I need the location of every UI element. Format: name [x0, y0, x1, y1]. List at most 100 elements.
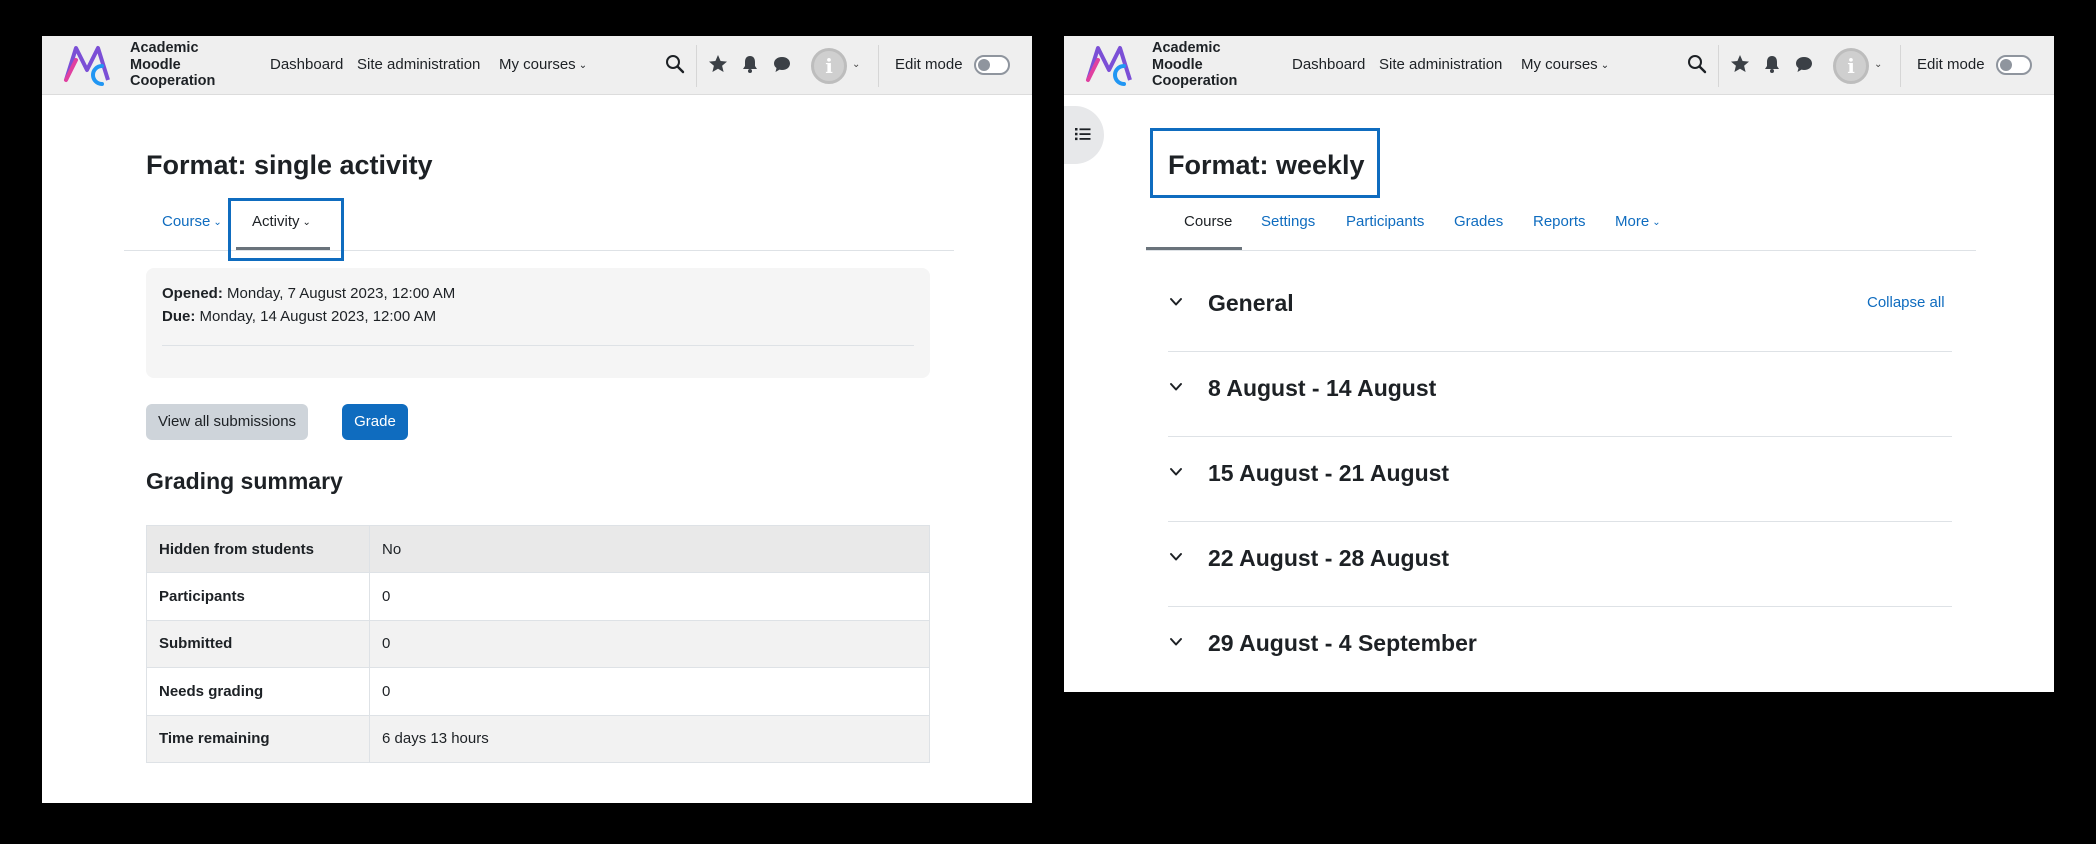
- tab-grades[interactable]: Grades: [1454, 213, 1503, 230]
- edit-mode-label: Edit mode: [895, 56, 963, 73]
- brand-line-3: Cooperation: [1152, 73, 1238, 89]
- search-icon[interactable]: [664, 53, 686, 75]
- chevron-down-icon: ⌄: [213, 217, 222, 228]
- chevron-down-icon: ⌄: [1652, 217, 1661, 228]
- opened-date: Opened: Monday, 7 August 2023, 12:00 AM: [162, 285, 455, 302]
- section-divider: [1168, 606, 1952, 607]
- nav-my-courses-menu[interactable]: My courses ⌄: [1521, 56, 1609, 73]
- info-glyph-icon: i: [825, 54, 833, 78]
- navbar-divider: [696, 45, 697, 87]
- toggle-knob: [2000, 59, 2012, 71]
- section-divider: [1168, 351, 1952, 352]
- left-browser-window: Academic Moodle Cooperation Dashboard Si…: [42, 36, 1032, 803]
- activity-dates: Opened: Monday, 7 August 2023, 12:00 AM …: [146, 268, 930, 378]
- highlight-box: [228, 198, 344, 261]
- row-value: 0: [369, 572, 930, 621]
- navbar: Academic Moodle Cooperation Dashboard Si…: [1064, 36, 2054, 95]
- section-divider: [1168, 521, 1952, 522]
- section-title-general[interactable]: General: [1208, 290, 1294, 317]
- view-all-submissions-button[interactable]: View all submissions: [146, 404, 308, 440]
- navbar: Academic Moodle Cooperation Dashboard Si…: [42, 36, 1032, 95]
- chevron-down-icon: ⌄: [578, 60, 588, 71]
- navbar-divider: [1900, 45, 1901, 87]
- table-row: Submitted 0: [146, 619, 930, 669]
- amc-logo-icon[interactable]: [1084, 40, 1134, 90]
- table-row: Participants 0: [146, 572, 930, 621]
- grading-summary-table: Hidden from students No Participants 0 Sub…: [146, 524, 930, 763]
- section-title-week-2[interactable]: 15 August - 21 August: [1208, 460, 1449, 487]
- bell-icon[interactable]: [739, 53, 761, 75]
- tab-settings[interactable]: Settings: [1261, 213, 1315, 230]
- star-icon[interactable]: [707, 53, 729, 75]
- collapse-all-link[interactable]: Collapse all: [1867, 294, 1945, 311]
- section-title-week-4[interactable]: 29 August - 4 September: [1208, 630, 1477, 657]
- nav-site-administration-link[interactable]: Site administration: [1379, 56, 1502, 73]
- tab-more-label: More: [1615, 213, 1650, 230]
- tab-participants[interactable]: Participants: [1346, 213, 1424, 230]
- row-value: 0: [369, 619, 930, 669]
- user-avatar-icon[interactable]: i: [1833, 48, 1869, 84]
- collapse-chevron-icon[interactable]: [1168, 464, 1184, 480]
- tab-course[interactable]: Course ⌄: [162, 213, 222, 230]
- chevron-down-icon[interactable]: ⌄: [852, 59, 860, 70]
- due-value: Monday, 14 August 2023, 12:00 AM: [199, 308, 437, 325]
- due-label: Due:: [162, 308, 196, 325]
- user-avatar-icon[interactable]: i: [811, 48, 847, 84]
- grade-button[interactable]: Grade: [342, 404, 408, 440]
- search-icon[interactable]: [1686, 53, 1708, 75]
- nav-site-administration-link[interactable]: Site administration: [357, 56, 480, 73]
- brand-line-3: Cooperation: [130, 73, 216, 89]
- course-index-drawer-button[interactable]: [1064, 106, 1104, 164]
- nav-dashboard-link[interactable]: Dashboard: [1292, 56, 1365, 73]
- chat-icon[interactable]: [771, 53, 793, 75]
- brand-line-1: Academic: [130, 40, 199, 56]
- row-value: 0: [369, 667, 930, 716]
- row-label: Submitted: [146, 619, 370, 669]
- navbar-divider: [1718, 45, 1719, 87]
- info-glyph-icon: i: [1847, 54, 1855, 78]
- chevron-down-icon: ⌄: [1600, 60, 1610, 71]
- edit-mode-label: Edit mode: [1917, 56, 1985, 73]
- star-icon[interactable]: [1729, 53, 1751, 75]
- due-date: Due: Monday, 14 August 2023, 12:00 AM: [162, 308, 436, 325]
- opened-label: Opened:: [162, 285, 223, 302]
- tab-reports[interactable]: Reports: [1533, 213, 1586, 230]
- edit-mode-toggle[interactable]: [1996, 55, 2032, 75]
- collapse-chevron-icon[interactable]: [1168, 294, 1184, 310]
- opened-value: Monday, 7 August 2023, 12:00 AM: [227, 285, 456, 302]
- tab-bar-divider: [1146, 250, 1976, 251]
- row-value: No: [369, 524, 930, 574]
- section-title-week-1[interactable]: 8 August - 14 August: [1208, 375, 1436, 402]
- chat-icon[interactable]: [1793, 53, 1815, 75]
- chevron-down-icon[interactable]: ⌄: [1874, 59, 1882, 70]
- row-label: Hidden from students: [146, 524, 370, 574]
- edit-mode-toggle[interactable]: [974, 55, 1010, 75]
- section-divider: [1168, 436, 1952, 437]
- brand-line-2: Moodle: [130, 56, 181, 73]
- table-row: Time remaining 6 days 13 hours: [146, 714, 930, 763]
- section-title-week-3[interactable]: 22 August - 28 August: [1208, 545, 1449, 572]
- navbar-divider: [878, 45, 879, 87]
- tab-course[interactable]: Course: [1184, 213, 1232, 230]
- grading-summary-heading: Grading summary: [146, 468, 343, 494]
- nav-my-courses-menu[interactable]: My courses ⌄: [499, 56, 587, 73]
- dates-divider: [162, 345, 914, 346]
- collapse-chevron-icon[interactable]: [1168, 379, 1184, 395]
- nav-dashboard-link[interactable]: Dashboard: [270, 56, 343, 73]
- row-label: Needs grading: [146, 667, 370, 716]
- brand-name: Academic Moodle Cooperation: [130, 40, 250, 90]
- brand-line-2: Moodle: [1152, 56, 1203, 73]
- collapse-chevron-icon[interactable]: [1168, 549, 1184, 565]
- tab-course-label: Course: [162, 213, 211, 230]
- collapse-chevron-icon[interactable]: [1168, 634, 1184, 650]
- bell-icon[interactable]: [1761, 53, 1783, 75]
- right-browser-window: Academic Moodle Cooperation Dashboard Si…: [1064, 36, 2054, 692]
- amc-logo-icon[interactable]: [62, 40, 112, 90]
- nav-my-courses-label: My courses: [1521, 56, 1598, 73]
- row-value: 6 days 13 hours: [369, 714, 930, 763]
- active-tab-indicator: [1146, 247, 1242, 250]
- highlight-box: [1150, 128, 1380, 198]
- tab-more[interactable]: More ⌄: [1615, 213, 1661, 230]
- row-label: Participants: [146, 572, 370, 621]
- row-label: Time remaining: [146, 714, 370, 763]
